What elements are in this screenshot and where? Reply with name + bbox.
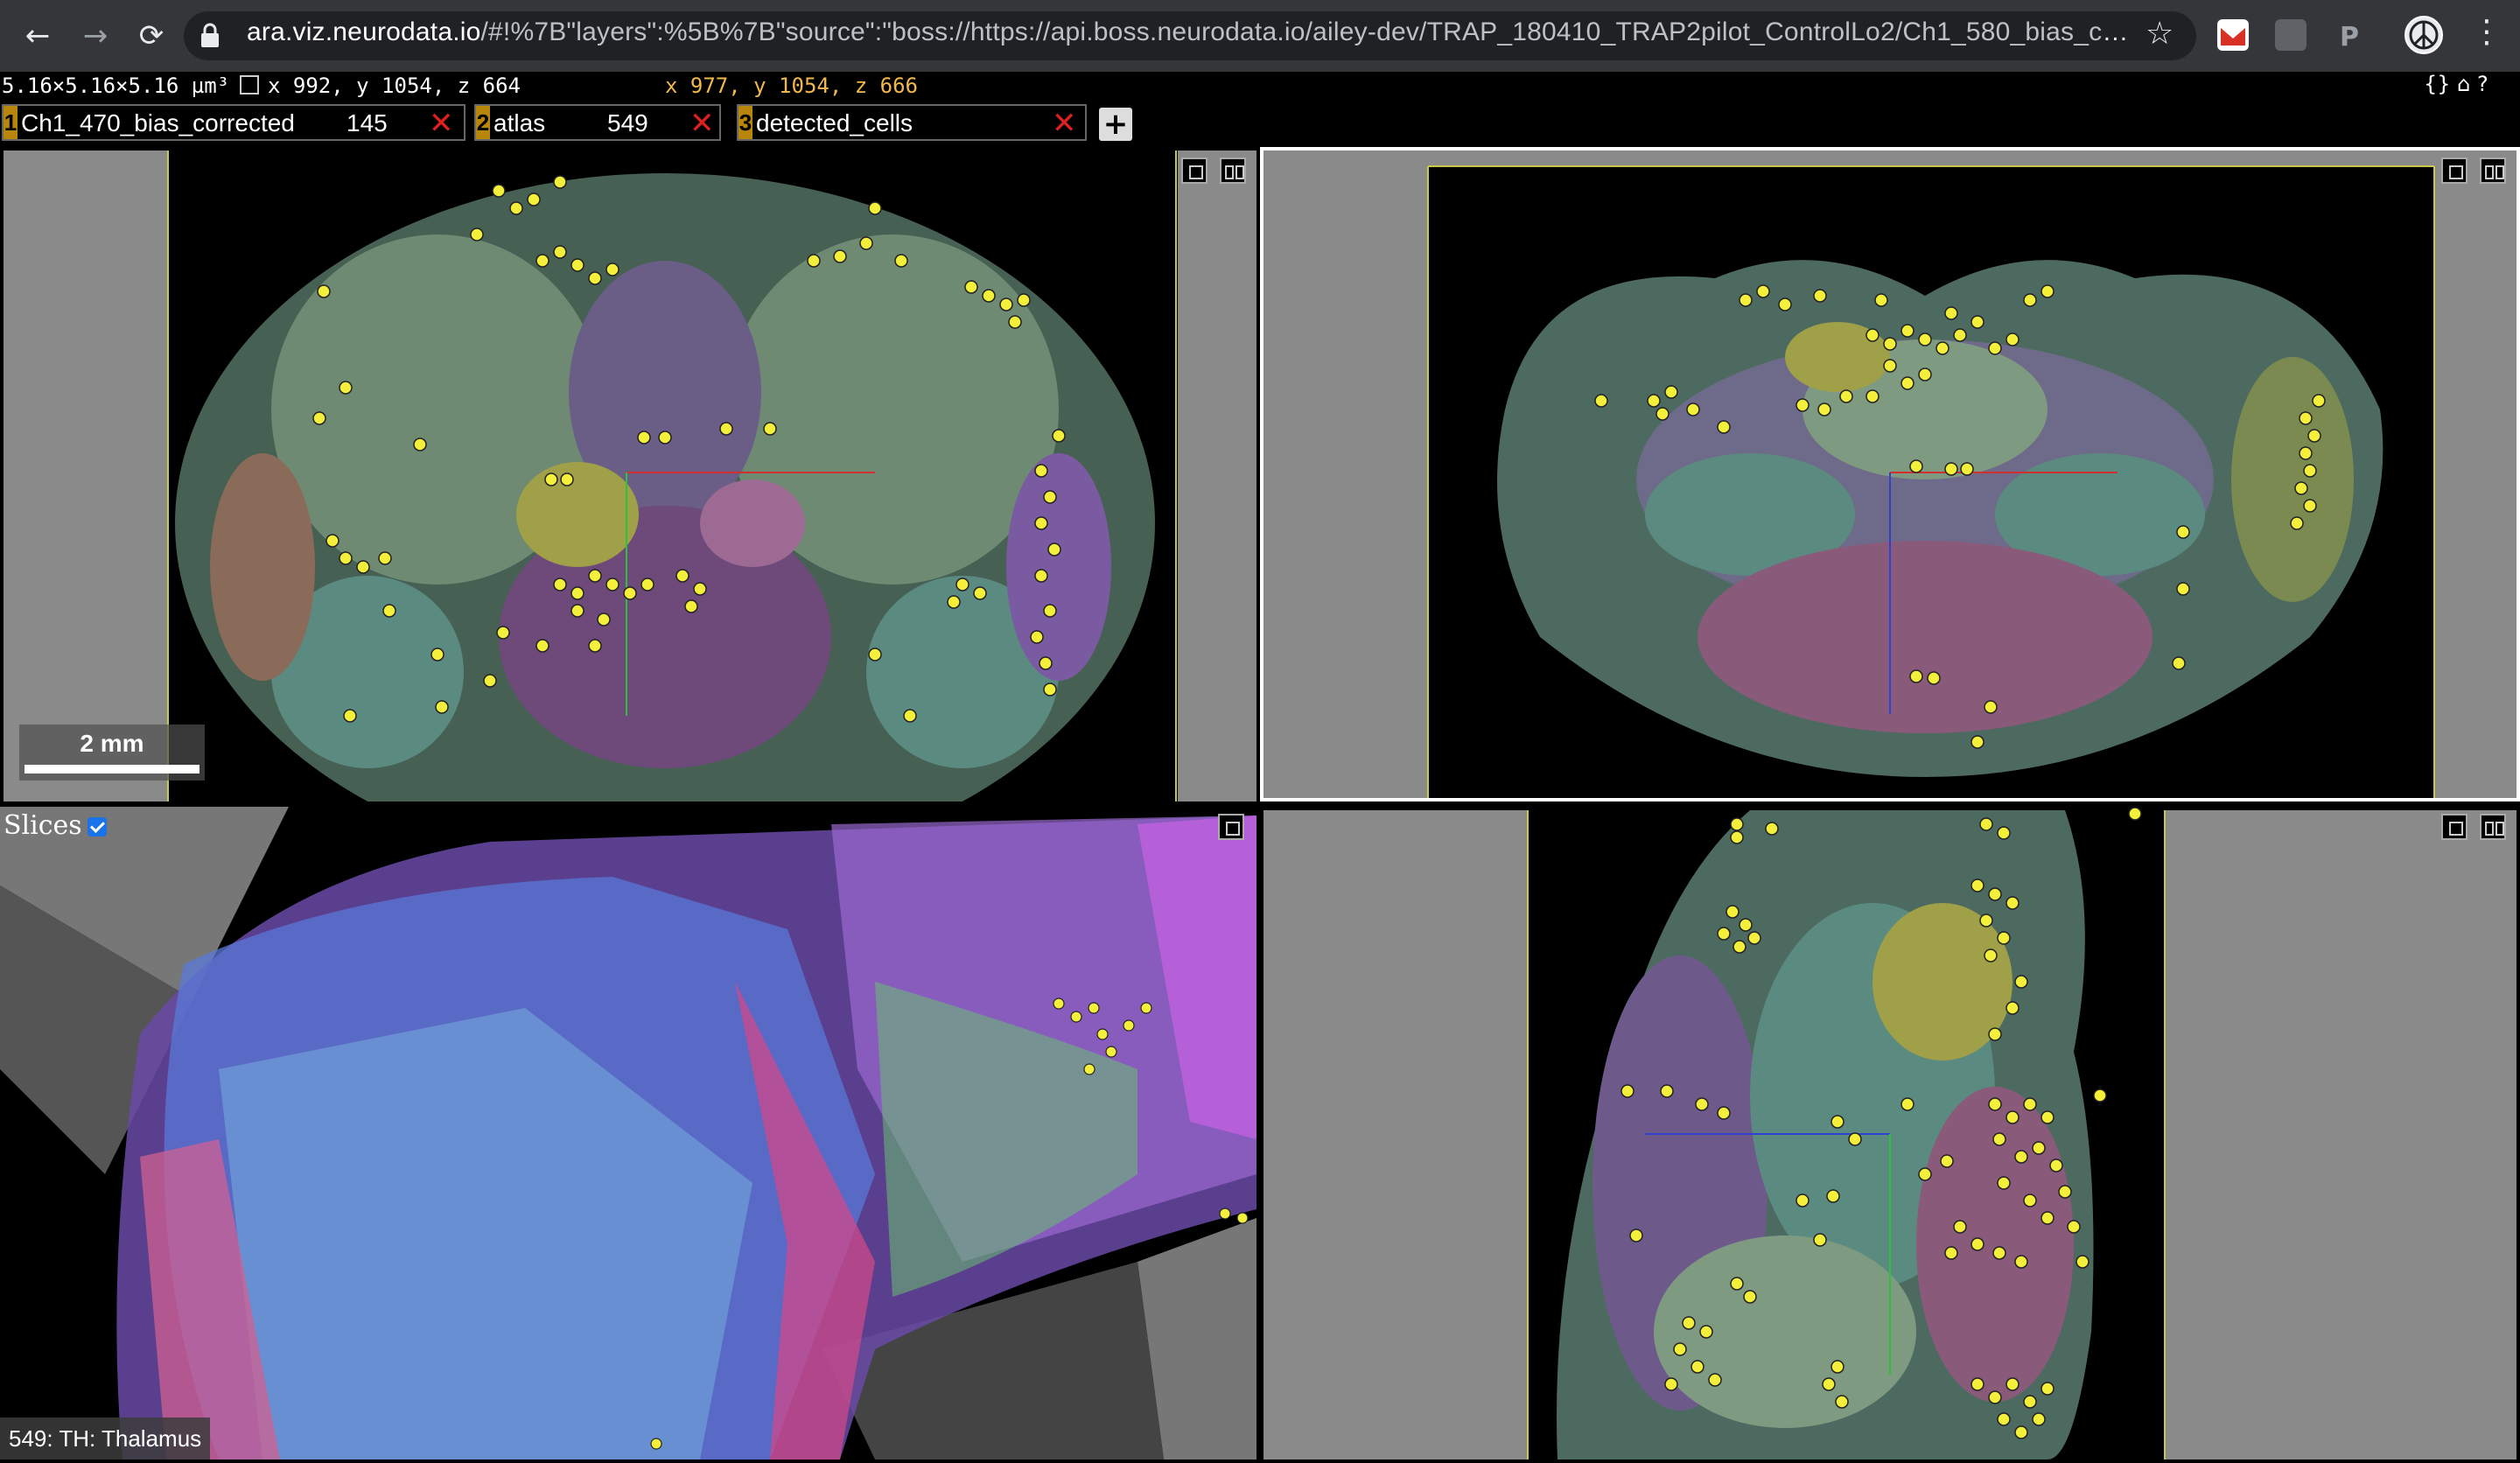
slices-toggle[interactable]: Slices [4,810,107,841]
maximize-panel-button[interactable] [2441,814,2468,840]
scale-bar-label: 2 mm [80,730,144,757]
remove-layer-icon[interactable]: ✕ [690,106,715,141]
gmail-extension-icon[interactable] [2217,19,2249,51]
slices-checkbox[interactable] [87,817,107,836]
add-layer-button[interactable]: + [1099,107,1132,142]
layer-value: 549 [607,109,648,136]
bookmark-star-icon[interactable]: ☆ [2146,16,2174,52]
profile-avatar-icon[interactable] [2404,16,2443,54]
maximize-panel-button[interactable] [1218,814,1244,840]
xz-slice-view[interactable] [1260,147,2520,802]
maximize-panel-button[interactable] [2441,158,2468,184]
layer-number: 1 [4,106,18,139]
viewer-controls[interactable]: {} ⌂ ? [2424,72,2488,96]
3d-volume-view[interactable] [0,807,1256,1460]
layer-name: detected_cells [756,109,914,136]
back-icon[interactable]: ← [16,14,60,58]
layer-panel: 1 Ch1_470_bias_corrected 145 ✕ 2 atlas 5… [0,102,2520,145]
position-status-bar: 5.16×5.16×5.16 µm³ x 992, y 1054, z 664 … [0,72,2520,102]
layer-value: 145 [346,109,388,136]
xy-slice-panel[interactable] [0,147,1256,802]
xy-slice-view[interactable] [0,147,1256,802]
layer-number: 2 [476,106,490,139]
layer-item[interactable]: 3 detected_cells ✕ [737,104,1087,141]
svg-text:P: P [2340,22,2359,51]
3d-view-panel[interactable] [0,807,1256,1460]
pocket-extension-icon[interactable]: P [2333,19,2364,52]
layout-panel-button[interactable] [2480,158,2506,184]
layer-name: atlas [494,109,546,136]
layer-item[interactable]: 2 atlas 549 ✕ [474,104,721,141]
reload-icon[interactable]: ⟳ [130,14,173,58]
forward-icon[interactable]: → [74,14,117,58]
browser-toolbar: ← → ⟳ ara.viz.neurodata.io/#!%7B"layers"… [0,0,2520,72]
remove-layer-icon[interactable]: ✕ [429,106,454,141]
yz-slice-view[interactable] [1260,807,2520,1460]
layout-panel-button[interactable] [2480,814,2506,840]
layer-number: 3 [738,106,752,139]
cursor-position: x 977, y 1054, z 666 [665,74,918,98]
slices-label: Slices [4,810,82,841]
url-path: /#!%7B"layers":%5B%7B"source":"boss://ht… [480,18,2138,46]
segment-tooltip: 549: TH: Thalamus [0,1418,211,1460]
voxel-size: 5.16×5.16×5.16 µm³ [2,74,230,98]
layer-name: Ch1_470_bias_corrected [21,109,295,136]
mouse-position: x 992, y 1054, z 664 [268,74,521,98]
lock-icon [201,23,219,47]
browser-menu-icon[interactable]: ⋮ [2471,14,2502,50]
layout-panel-button[interactable] [1220,158,1246,184]
extension-icon[interactable] [2275,19,2306,51]
copy-position-icon[interactable] [240,75,259,94]
layer-item[interactable]: 1 Ch1_470_bias_corrected 145 ✕ [2,104,466,141]
maximize-panel-button[interactable] [1181,158,1208,184]
yz-slice-panel[interactable] [1260,807,2520,1460]
url-text[interactable]: ara.viz.neurodata.io/#!%7B"layers":%5B%7… [247,18,2137,47]
remove-layer-icon[interactable]: ✕ [1052,106,1077,141]
url-host: ara.viz.neurodata.io [247,18,481,46]
scale-bar-line [24,765,200,774]
scale-bar: 2 mm [19,724,205,780]
xz-slice-panel[interactable] [1260,147,2520,802]
